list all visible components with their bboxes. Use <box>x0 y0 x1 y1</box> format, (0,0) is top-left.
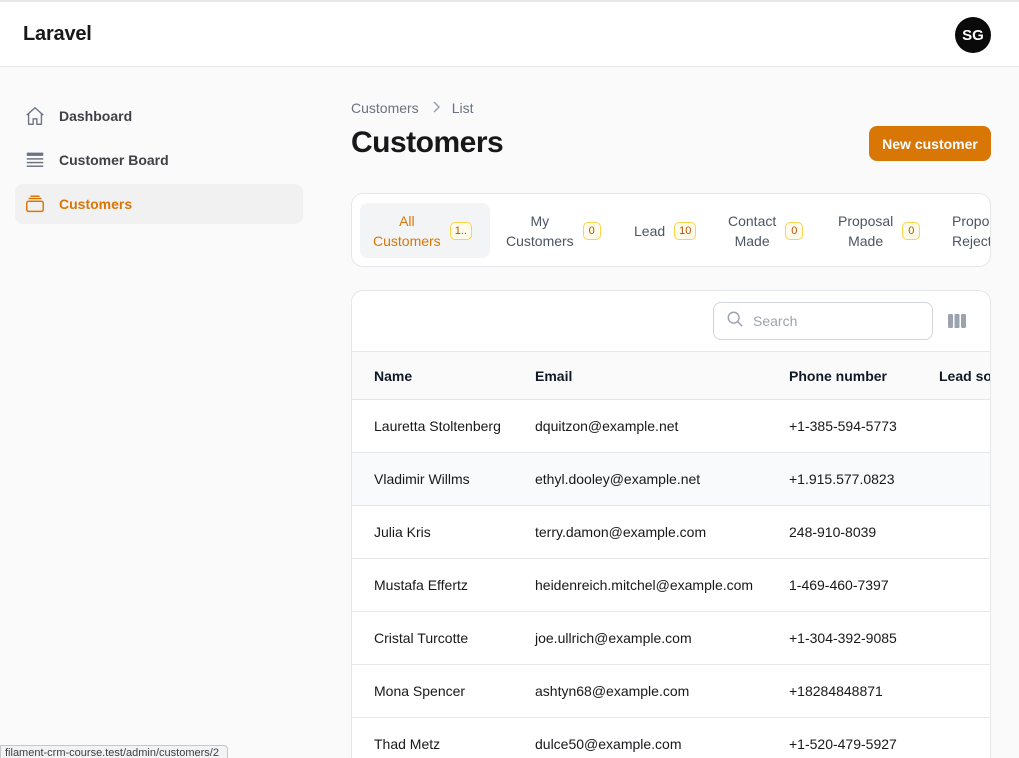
chevron-right-icon <box>431 100 441 116</box>
column-header-email[interactable]: Email <box>535 368 572 384</box>
sidebar: Dashboard Customer Board Customers <box>15 96 303 228</box>
brand-logo[interactable]: Laravel <box>23 23 92 46</box>
cell-phone: +1.915.577.0823 <box>789 471 895 487</box>
cell-name: Mustafa Effertz <box>374 577 468 593</box>
filter-tabs: All Customers 1.. My Customers 0 Lead 10 C… <box>351 193 991 267</box>
breadcrumb-customers-link[interactable]: Customers <box>351 100 419 116</box>
cell-email: joe.ullrich@example.com <box>535 630 692 646</box>
tab-label: Proposal <box>838 212 894 229</box>
tab-label: Made <box>734 232 770 249</box>
new-customer-button[interactable]: New customer <box>869 126 991 161</box>
cell-email: ethyl.dooley@example.net <box>535 471 701 487</box>
table-row[interactable]: Thad Metz dulce50@example.com +1-520-479… <box>352 718 990 758</box>
home-icon <box>24 105 46 127</box>
cell-phone: +1-520-479-5927 <box>789 736 897 752</box>
tab-my-customers[interactable]: My Customers 0 <box>493 203 613 258</box>
sidebar-item-label: Customers <box>59 196 133 212</box>
column-header-name[interactable]: Name <box>374 368 412 384</box>
sidebar-item-label: Dashboard <box>59 108 133 124</box>
tab-proposal-rejected[interactable]: Propo Reject <box>941 203 991 258</box>
tab-count-badge: 0 <box>902 221 921 240</box>
cell-name: Julia Kris <box>374 524 431 540</box>
cell-name: Cristal Turcotte <box>374 630 469 646</box>
table-row[interactable]: Vladimir Willms ethyl.dooley@example.net… <box>352 453 990 506</box>
breadcrumb: Customers List <box>351 100 473 116</box>
tab-label: Propo <box>952 212 990 229</box>
sidebar-item-customers[interactable]: Customers <box>15 184 303 224</box>
tab-count-badge: 10 <box>674 221 697 240</box>
cell-email: terry.damon@example.com <box>535 524 707 540</box>
tab-label: Made <box>848 232 884 249</box>
column-header-phone[interactable]: Phone number <box>789 368 887 384</box>
cell-email: dquitzon@example.net <box>535 418 679 434</box>
sidebar-item-dashboard[interactable]: Dashboard <box>15 96 303 136</box>
tab-label: Contact <box>728 212 777 229</box>
cell-email: heidenreich.mitchel@example.com <box>535 577 754 593</box>
board-icon <box>24 149 46 171</box>
column-header-lead-source[interactable]: Lead so <box>939 368 990 384</box>
top-bar: Laravel SG <box>0 0 1019 67</box>
cell-name: Vladimir Willms <box>374 471 470 487</box>
page-title: Customers <box>351 126 504 159</box>
cell-phone: 1-469-460-7397 <box>789 577 889 593</box>
tab-count-badge: 0 <box>785 221 804 240</box>
search-icon <box>726 310 744 333</box>
cell-name: Lauretta Stoltenberg <box>374 418 501 434</box>
tab-all-customers[interactable]: All Customers 1.. <box>360 203 490 258</box>
cell-phone: +18284848871 <box>789 683 883 699</box>
tab-label: All <box>399 212 415 229</box>
cell-email: ashtyn68@example.com <box>535 683 690 699</box>
cell-phone: +1-304-392-9085 <box>789 630 897 646</box>
table-row[interactable]: Cristal Turcotte joe.ullrich@example.com… <box>352 612 990 665</box>
table-row[interactable]: Mona Spencer ashtyn68@example.com +18284… <box>352 665 990 718</box>
tab-label: Reject <box>952 232 991 249</box>
sidebar-item-customer-board[interactable]: Customer Board <box>15 140 303 180</box>
tab-label: Customers <box>506 232 574 249</box>
user-avatar[interactable]: SG <box>955 17 991 53</box>
inbox-stack-icon <box>24 193 46 215</box>
tab-label: Customers <box>373 232 441 249</box>
tab-label: My <box>530 212 550 229</box>
cell-name: Thad Metz <box>374 736 441 752</box>
tab-contact-made[interactable]: Contact Made 0 <box>716 203 816 258</box>
table-header: Name Email Phone number Lead so <box>352 351 990 400</box>
tab-proposal-made[interactable]: Proposal Made 0 <box>826 203 936 258</box>
cell-email: dulce50@example.com <box>535 736 682 752</box>
table-row[interactable]: Julia Kris terry.damon@example.com 248-9… <box>352 506 990 559</box>
search-box <box>713 302 933 340</box>
cell-phone: 248-910-8039 <box>789 524 877 540</box>
sidebar-item-label: Customer Board <box>59 152 169 168</box>
table-row[interactable]: Lauretta Stoltenberg dquitzon@example.ne… <box>352 400 990 453</box>
tab-label: Lead <box>634 222 666 239</box>
tab-lead[interactable]: Lead 10 <box>622 203 712 258</box>
search-input[interactable] <box>753 313 913 329</box>
cell-phone: +1-385-594-5773 <box>789 418 897 434</box>
status-bar-url: filament-crm-course.test/admin/customers… <box>0 745 228 758</box>
tab-count-badge: 1.. <box>449 221 472 240</box>
tab-count-badge: 0 <box>582 221 601 240</box>
table-row[interactable]: Mustafa Effertz heidenreich.mitchel@exam… <box>352 559 990 612</box>
customers-table: Name Email Phone number Lead so Lauretta… <box>351 290 991 758</box>
cell-name: Mona Spencer <box>374 683 466 699</box>
column-toggle-icon[interactable] <box>947 311 967 331</box>
breadcrumb-current: List <box>451 100 474 116</box>
